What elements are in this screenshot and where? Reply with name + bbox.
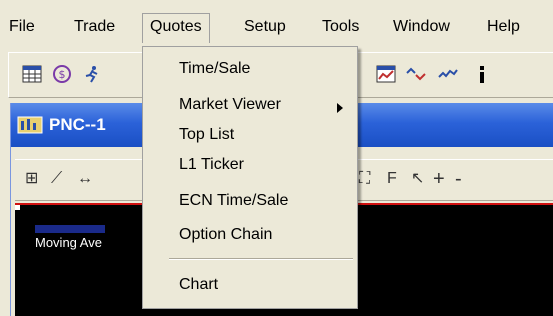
menu-item-l1-ticker[interactable]: L1 Ticker [179,152,349,178]
fit-icon[interactable]: ⛶ [359,166,370,192]
menu-bar: File Trade Quotes Setup Tools Window Hel… [0,0,553,46]
quotes-dropdown: Time/Sale Market Viewer Top List L1 Tick… [142,46,358,309]
runner-icon[interactable] [81,63,103,85]
menu-tools[interactable]: Tools [318,17,363,37]
menu-item-market-viewer[interactable]: Market Viewer [179,92,349,118]
horizontal-arrow-icon[interactable]: ↔ [77,166,93,192]
menu-help[interactable]: Help [483,17,524,37]
pointer-icon[interactable]: ↖ [411,166,424,192]
line-chart-icon[interactable]: ⟋ [51,166,62,192]
menu-item-time-sale[interactable]: Time/Sale [179,56,349,82]
menu-setup[interactable]: Setup [240,17,290,37]
submenu-arrow-icon [337,103,343,113]
menu-file[interactable]: File [5,17,39,37]
menu-item-option-chain[interactable]: Option Chain [179,222,349,248]
chart-type-icon[interactable]: ⊞ [25,166,38,192]
menu-quotes[interactable]: Quotes [142,13,210,43]
window-title: PNC--1 [49,115,106,134]
menu-item-chart[interactable]: Chart [179,272,349,298]
chart-marker [15,205,20,210]
menu-trade[interactable]: Trade [70,17,119,37]
chart-series-swatch [35,225,105,233]
chart-window-icon [17,116,43,134]
dollar-icon[interactable]: $ [51,63,73,85]
menu-item-ecn-time-sale[interactable]: ECN Time/Sale [179,188,349,214]
menu-item-top-list[interactable]: Top List [179,122,349,148]
menu-separator [169,258,353,260]
ticker-tape-icon[interactable] [437,63,459,85]
info-icon[interactable] [471,63,493,85]
zoom-out-button[interactable]: - [455,166,462,192]
zoom-in-button[interactable]: + [433,166,445,192]
moving-average-label: Moving Ave [35,235,102,250]
spreadsheet-icon[interactable] [21,63,43,85]
bid-ask-icon[interactable] [405,63,427,85]
svg-text:$: $ [59,68,66,81]
f-button[interactable]: F [387,166,397,192]
menu-window[interactable]: Window [389,17,454,37]
chart-window-icon[interactable] [375,63,397,85]
